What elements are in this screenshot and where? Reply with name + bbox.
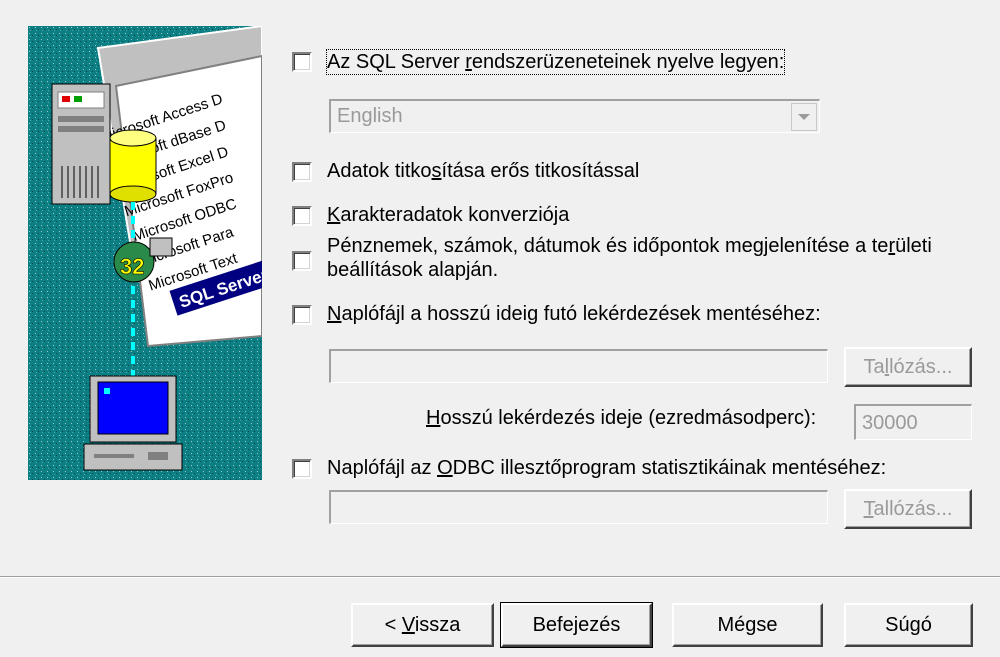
encryption-checkbox[interactable]: [292, 162, 312, 182]
chevron-down-icon[interactable]: [791, 103, 817, 131]
statslog-browse-button[interactable]: Tallózás...: [844, 489, 972, 529]
illus-badge: 32: [120, 254, 144, 279]
language-dropdown-value: English: [337, 105, 403, 127]
charconv-checkbox-label[interactable]: Karakteradatok konverziója: [327, 203, 569, 227]
finish-button[interactable]: Befejezés: [500, 602, 653, 648]
query-time-label: Hosszú lekérdezés ideje (ezredmásodperc)…: [426, 407, 817, 429]
language-dropdown[interactable]: English: [329, 99, 820, 133]
encryption-checkbox-label[interactable]: Adatok titkosítása erős titkosítással: [327, 159, 639, 183]
help-button[interactable]: Súgó: [844, 603, 973, 647]
separator: [0, 576, 1000, 578]
language-checkbox-label[interactable]: Az SQL Server rendszerüzeneteinek nyelve…: [325, 49, 786, 75]
statslog-checkbox-label[interactable]: Naplófájl az ODBC illesztőprogram statis…: [327, 456, 886, 480]
cancel-button[interactable]: Mégse: [672, 603, 823, 647]
language-checkbox[interactable]: [292, 52, 312, 72]
longlog-browse-button[interactable]: Tallózás...: [844, 347, 972, 387]
longlog-checkbox[interactable]: [292, 305, 312, 325]
regional-checkbox[interactable]: [292, 251, 312, 271]
longlog-path-input[interactable]: [329, 349, 828, 383]
statslog-path-input[interactable]: [329, 490, 828, 524]
longlog-checkbox-label[interactable]: Naplófájl a hosszú ideig futó lekérdezés…: [327, 302, 821, 326]
wizard-illustration: Microsoft Access D Microsoft dBase D Mic…: [28, 26, 262, 480]
regional-checkbox-label[interactable]: Pénznemek, számok, dátumok és időpontok …: [327, 234, 967, 282]
statslog-checkbox[interactable]: [292, 459, 312, 479]
query-time-input[interactable]: 30000: [854, 404, 972, 440]
back-button[interactable]: < Vissza: [351, 603, 494, 647]
charconv-checkbox[interactable]: [292, 206, 312, 226]
